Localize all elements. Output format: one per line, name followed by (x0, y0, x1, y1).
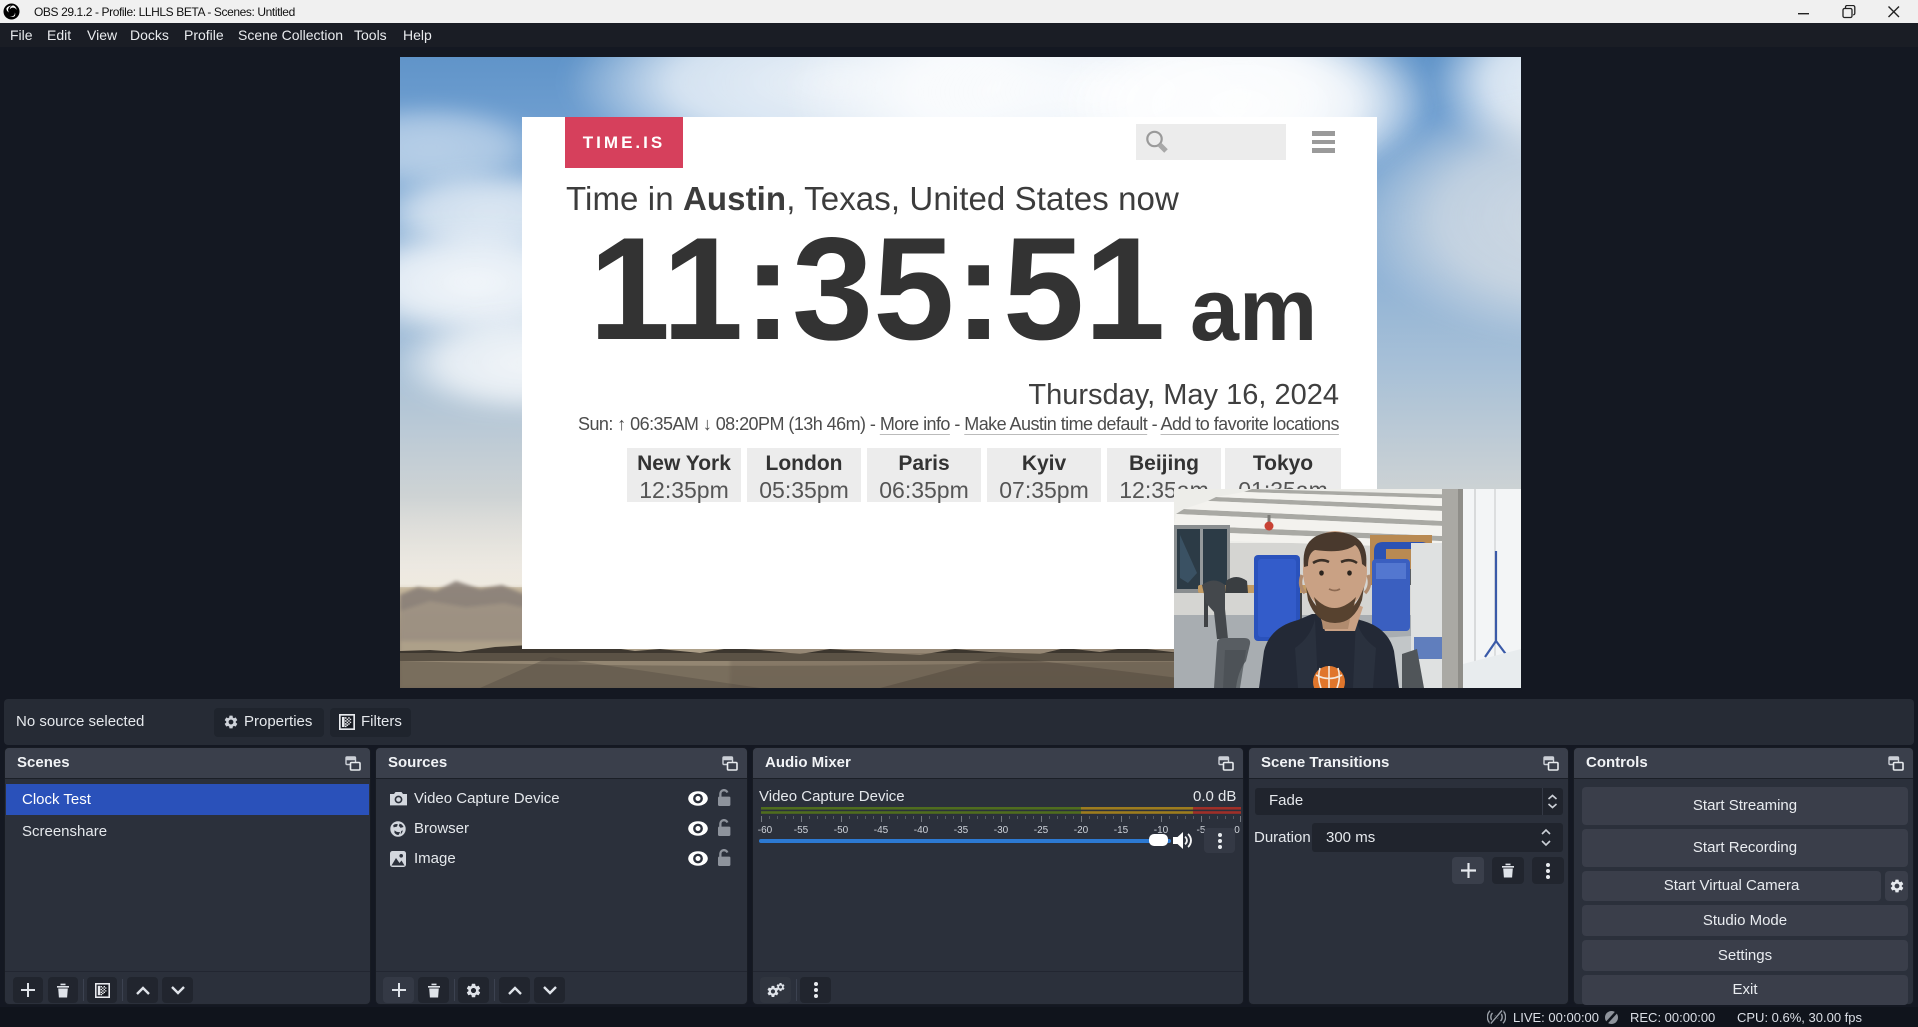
svg-text:-40: -40 (914, 825, 929, 836)
svg-text:-35: -35 (954, 825, 969, 836)
svg-text:-60: -60 (758, 825, 773, 836)
svg-text:-30: -30 (994, 825, 1009, 836)
svg-text:-15: -15 (1114, 825, 1129, 836)
svg-text:-45: -45 (874, 825, 889, 836)
svg-text:-20: -20 (1074, 825, 1089, 836)
svg-text:0: 0 (1234, 825, 1240, 836)
svg-text:-55: -55 (794, 825, 809, 836)
svg-text:-50: -50 (834, 825, 849, 836)
svg-text:-25: -25 (1034, 825, 1049, 836)
